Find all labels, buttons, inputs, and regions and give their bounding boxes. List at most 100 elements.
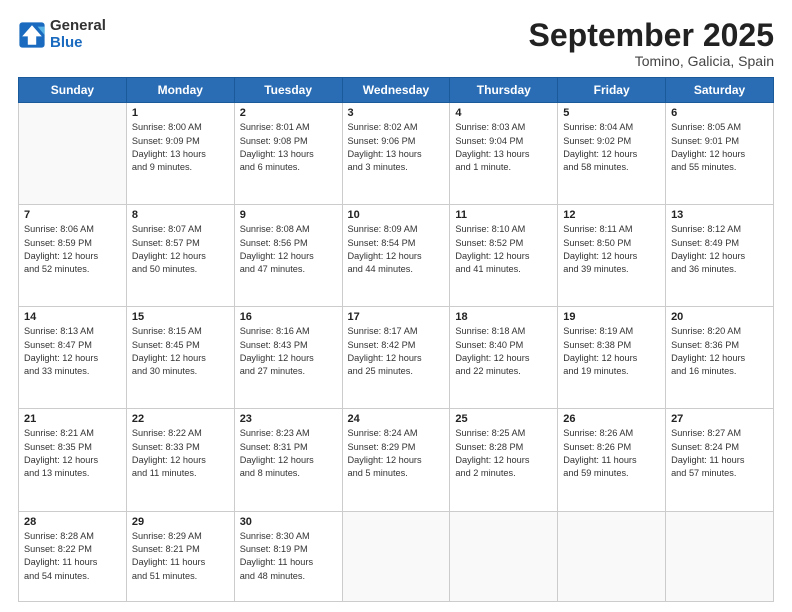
day-number: 27 xyxy=(671,413,768,425)
table-row: 23 Sunrise: 8:23 AMSunset: 8:31 PMDayligh… xyxy=(234,409,342,511)
table-row: 26 Sunrise: 8:26 AMSunset: 8:26 PMDayligh… xyxy=(558,409,666,511)
col-monday: Monday xyxy=(126,78,234,103)
table-row: 22Sunrise: 8:22 AMSunset: 8:33 PMDayligh… xyxy=(126,409,234,511)
day-info: Sunrise: 8:02 AMSunset: 9:06 PMDaylight:… xyxy=(348,121,445,174)
table-row: 30 Sunrise: 8:30 AMSunset: 8:19 PMDayligh… xyxy=(234,511,342,602)
logo: General Blue xyxy=(18,18,106,51)
logo-icon xyxy=(18,21,46,49)
table-row xyxy=(450,511,558,602)
day-number: 11 xyxy=(455,209,552,221)
day-number: 9 xyxy=(240,209,337,221)
day-info: Sunrise: 8:11 AMSunset: 8:50 PMDaylight:… xyxy=(563,223,660,276)
calendar-header-row: Sunday Monday Tuesday Wednesday Thursday… xyxy=(19,78,774,103)
col-saturday: Saturday xyxy=(666,78,774,103)
day-info: Sunrise: 8:28 AMSunset: 8:22 PMDaylight:… xyxy=(24,530,121,583)
day-info: Sunrise: 8:20 AMSunset: 8:36 PMDaylight:… xyxy=(671,325,768,378)
table-row: 15 Sunrise: 8:15 AMSunset: 8:45 PMDayligh… xyxy=(126,307,234,409)
day-number: 7 xyxy=(24,209,121,221)
day-info: Sunrise: 8:30 AMSunset: 8:19 PMDaylight:… xyxy=(240,530,337,583)
day-number: 29 xyxy=(132,516,229,528)
day-number: 8 xyxy=(132,209,229,221)
day-info: Sunrise: 8:26 AMSunset: 8:26 PMDaylight:… xyxy=(563,427,660,480)
day-info: Sunrise: 8:06 AMSunset: 8:59 PMDaylight:… xyxy=(24,223,121,276)
month-title: September 2025 xyxy=(529,18,774,53)
day-number: 15 xyxy=(132,311,229,323)
day-number: 26 xyxy=(563,413,660,425)
day-number: 23 xyxy=(240,413,337,425)
day-info: Sunrise: 8:27 AMSunset: 8:24 PMDaylight:… xyxy=(671,427,768,480)
table-row xyxy=(19,103,127,205)
table-row: 20 Sunrise: 8:20 AMSunset: 8:36 PMDayligh… xyxy=(666,307,774,409)
table-row: 7 Sunrise: 8:06 AMSunset: 8:59 PMDaylight… xyxy=(19,205,127,307)
day-number: 22 xyxy=(132,413,229,425)
table-row: 4Sunrise: 8:03 AMSunset: 9:04 PMDaylight… xyxy=(450,103,558,205)
day-info: Sunrise: 8:18 AMSunset: 8:40 PMDaylight:… xyxy=(455,325,552,378)
day-number: 24 xyxy=(348,413,445,425)
day-info: Sunrise: 8:09 AMSunset: 8:54 PMDaylight:… xyxy=(348,223,445,276)
table-row: 10 Sunrise: 8:09 AMSunset: 8:54 PMDayligh… xyxy=(342,205,450,307)
table-row xyxy=(666,511,774,602)
location: Tomino, Galicia, Spain xyxy=(529,53,774,69)
logo-blue: Blue xyxy=(50,34,83,51)
day-number: 3 xyxy=(348,107,445,119)
table-row: 6 Sunrise: 8:05 AMSunset: 9:01 PMDaylight… xyxy=(666,103,774,205)
table-row: 16Sunrise: 8:16 AMSunset: 8:43 PMDayligh… xyxy=(234,307,342,409)
day-number: 17 xyxy=(348,311,445,323)
day-info: Sunrise: 8:21 AMSunset: 8:35 PMDaylight:… xyxy=(24,427,121,480)
day-info: Sunrise: 8:24 AMSunset: 8:29 PMDaylight:… xyxy=(348,427,445,480)
table-row: 9 Sunrise: 8:08 AMSunset: 8:56 PMDaylight… xyxy=(234,205,342,307)
day-info: Sunrise: 8:05 AMSunset: 9:01 PMDaylight:… xyxy=(671,121,768,174)
day-number: 13 xyxy=(671,209,768,221)
day-info: Sunrise: 8:00 AMSunset: 9:09 PMDaylight:… xyxy=(132,121,229,174)
table-row xyxy=(558,511,666,602)
col-wednesday: Wednesday xyxy=(342,78,450,103)
day-info: Sunrise: 8:25 AMSunset: 8:28 PMDaylight:… xyxy=(455,427,552,480)
day-info: Sunrise: 8:12 AMSunset: 8:49 PMDaylight:… xyxy=(671,223,768,276)
table-row: 14 Sunrise: 8:13 AMSunset: 8:47 PMDayligh… xyxy=(19,307,127,409)
day-info: Sunrise: 8:15 AMSunset: 8:45 PMDaylight:… xyxy=(132,325,229,378)
day-info: Sunrise: 8:01 AMSunset: 9:08 PMDaylight:… xyxy=(240,121,337,174)
day-info: Sunrise: 8:04 AMSunset: 9:02 PMDaylight:… xyxy=(563,121,660,174)
col-thursday: Thursday xyxy=(450,78,558,103)
table-row: 12 Sunrise: 8:11 AMSunset: 8:50 PMDayligh… xyxy=(558,205,666,307)
day-info: Sunrise: 8:23 AMSunset: 8:31 PMDaylight:… xyxy=(240,427,337,480)
day-number: 6 xyxy=(671,107,768,119)
table-row: 1 Sunrise: 8:00 AMSunset: 9:09 PMDaylight… xyxy=(126,103,234,205)
day-number: 14 xyxy=(24,311,121,323)
day-info: Sunrise: 8:17 AMSunset: 8:42 PMDaylight:… xyxy=(348,325,445,378)
header: General Blue September 2025 Tomino, Gali… xyxy=(18,18,774,69)
col-tuesday: Tuesday xyxy=(234,78,342,103)
day-info: Sunrise: 8:03 AMSunset: 9:04 PMDaylight:… xyxy=(455,121,552,174)
day-info: Sunrise: 8:08 AMSunset: 8:56 PMDaylight:… xyxy=(240,223,337,276)
day-number: 10 xyxy=(348,209,445,221)
day-number: 12 xyxy=(563,209,660,221)
table-row: 11 Sunrise: 8:10 AMSunset: 8:52 PMDayligh… xyxy=(450,205,558,307)
table-row: 3 Sunrise: 8:02 AMSunset: 9:06 PMDaylight… xyxy=(342,103,450,205)
day-number: 28 xyxy=(24,516,121,528)
day-number: 20 xyxy=(671,311,768,323)
day-number: 19 xyxy=(563,311,660,323)
day-info: Sunrise: 8:29 AMSunset: 8:21 PMDaylight:… xyxy=(132,530,229,583)
day-number: 16 xyxy=(240,311,337,323)
day-number: 25 xyxy=(455,413,552,425)
day-number: 5 xyxy=(563,107,660,119)
table-row: 19 Sunrise: 8:19 AMSunset: 8:38 PMDayligh… xyxy=(558,307,666,409)
calendar-table: Sunday Monday Tuesday Wednesday Thursday… xyxy=(18,77,774,602)
table-row: 5 Sunrise: 8:04 AMSunset: 9:02 PMDaylight… xyxy=(558,103,666,205)
day-info: Sunrise: 8:19 AMSunset: 8:38 PMDaylight:… xyxy=(563,325,660,378)
table-row: 18Sunrise: 8:18 AMSunset: 8:40 PMDayligh… xyxy=(450,307,558,409)
day-info: Sunrise: 8:07 AMSunset: 8:57 PMDaylight:… xyxy=(132,223,229,276)
day-info: Sunrise: 8:13 AMSunset: 8:47 PMDaylight:… xyxy=(24,325,121,378)
day-number: 21 xyxy=(24,413,121,425)
table-row: 25 Sunrise: 8:25 AMSunset: 8:28 PMDayligh… xyxy=(450,409,558,511)
col-friday: Friday xyxy=(558,78,666,103)
table-row: 13 Sunrise: 8:12 AMSunset: 8:49 PMDayligh… xyxy=(666,205,774,307)
col-sunday: Sunday xyxy=(19,78,127,103)
day-info: Sunrise: 8:10 AMSunset: 8:52 PMDaylight:… xyxy=(455,223,552,276)
day-number: 1 xyxy=(132,107,229,119)
table-row: 8 Sunrise: 8:07 AMSunset: 8:57 PMDaylight… xyxy=(126,205,234,307)
day-number: 30 xyxy=(240,516,337,528)
table-row: 28 Sunrise: 8:28 AMSunset: 8:22 PMDayligh… xyxy=(19,511,127,602)
title-area: September 2025 Tomino, Galicia, Spain xyxy=(529,18,774,69)
table-row: 29 Sunrise: 8:29 AMSunset: 8:21 PMDayligh… xyxy=(126,511,234,602)
